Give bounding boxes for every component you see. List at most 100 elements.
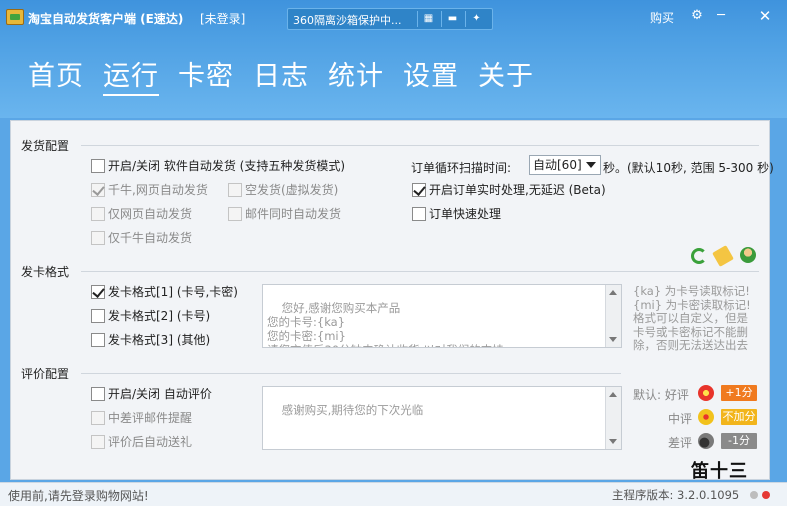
scan-interval-label: 订单循环扫描时间: bbox=[411, 161, 512, 175]
card-format-1-checkbox[interactable]: 发卡格式[1] (卡号,卡密) bbox=[91, 285, 238, 300]
edit-icon[interactable] bbox=[712, 245, 734, 267]
bad-review-label: 差评 bbox=[668, 436, 693, 450]
checkbox-label: 邮件同时自动发货 bbox=[245, 207, 342, 221]
card-format-hint: {ka} 为卡号读取标记! {mi} 为卡密读取标记! 格式可以自定义，但是 卡… bbox=[633, 284, 751, 352]
tab-logs[interactable]: 日志 bbox=[253, 54, 309, 93]
section-divider bbox=[81, 271, 759, 272]
sandbox-pin-icon[interactable]: ✦ bbox=[465, 11, 487, 27]
checkbox-box[interactable] bbox=[91, 435, 105, 449]
auto-review-checkbox[interactable]: 开启/关闭 自动评价 bbox=[91, 387, 212, 402]
card-format-section-label: 发卡格式 bbox=[21, 265, 70, 279]
fast-processing-checkbox[interactable]: 订单快速处理 bbox=[412, 207, 501, 222]
scan-interval-hint: 秒。(默认10秒, 范围 5-300 秒) bbox=[603, 161, 774, 175]
brand-mark: 笛十三 bbox=[691, 461, 748, 482]
empty-delivery-checkbox[interactable]: 空发货(虚拟发货) bbox=[228, 183, 338, 198]
checkbox-box[interactable] bbox=[91, 285, 105, 299]
review-message-template[interactable]: 感谢购买,期待您的下次光临 bbox=[262, 386, 622, 450]
app-logo-icon bbox=[6, 9, 24, 25]
scrollbar[interactable] bbox=[605, 387, 621, 449]
sandbox-folder-icon[interactable]: ▬ bbox=[441, 11, 463, 27]
checkbox-label: 千牛,网页自动发货 bbox=[108, 183, 208, 197]
card-format-3-checkbox[interactable]: 发卡格式[3] (其他) bbox=[91, 333, 210, 348]
title-bar: 淘宝自动发货客户端 (E速达) [未登录] 360隔离沙箱保护中... ▦ ▬ … bbox=[0, 0, 787, 36]
checkbox-box[interactable] bbox=[91, 411, 105, 425]
checkbox-label: 中差评邮件提醒 bbox=[108, 411, 193, 425]
checkbox-box[interactable] bbox=[412, 183, 426, 197]
checkbox-box[interactable] bbox=[91, 183, 105, 197]
checkbox-box[interactable] bbox=[91, 309, 105, 323]
scan-interval-select[interactable]: 自动[60] bbox=[529, 155, 601, 175]
card-format-2-checkbox[interactable]: 发卡格式[2] (卡号) bbox=[91, 309, 210, 324]
tab-settings[interactable]: 设置 bbox=[403, 54, 459, 93]
window-title: 淘宝自动发货客户端 (E速达) bbox=[28, 12, 184, 26]
section-divider bbox=[81, 145, 759, 146]
checkbox-label: 仅千牛自动发货 bbox=[108, 231, 193, 245]
checkbox-box[interactable] bbox=[228, 183, 242, 197]
tab-stats[interactable]: 统计 bbox=[328, 54, 384, 93]
checkbox-label: 发卡格式[1] (卡号,卡密) bbox=[108, 285, 238, 299]
bomb-icon bbox=[698, 433, 714, 449]
tab-cards[interactable]: 卡密 bbox=[178, 54, 234, 93]
user-icon[interactable] bbox=[740, 247, 756, 263]
status-dot-icon bbox=[750, 491, 758, 499]
login-state: [未登录] bbox=[200, 12, 246, 26]
version-label: 主程序版本: 3.2.0.1095 bbox=[612, 488, 740, 502]
neutral-review-badge: 不加分 bbox=[721, 409, 757, 425]
checkbox-label: 发卡格式[3] (其他) bbox=[108, 333, 211, 347]
close-icon[interactable]: ✕ bbox=[754, 6, 776, 26]
checkbox-label: 仅网页自动发货 bbox=[108, 207, 193, 221]
sandbox-status-text: 360隔离沙箱保护中... bbox=[293, 14, 402, 27]
checkbox-label: 发卡格式[2] (卡号) bbox=[108, 309, 211, 323]
status-dot-icon bbox=[762, 491, 770, 499]
web-only-checkbox[interactable]: 仅网页自动发货 bbox=[91, 207, 192, 222]
chevron-down-icon bbox=[586, 162, 596, 168]
realtime-processing-checkbox[interactable]: 开启订单实时处理,无延迟 (Beta) bbox=[412, 183, 606, 198]
review-section-label: 评价配置 bbox=[21, 367, 70, 381]
qianniu-web-checkbox[interactable]: 千牛,网页自动发货 bbox=[91, 183, 208, 198]
scrollbar[interactable] bbox=[605, 285, 621, 347]
checkbox-label: 开启/关闭 自动评价 bbox=[108, 387, 212, 401]
card-message-text: 您好,感谢您购买本产品 您的卡号:{ka} 您的卡密:{mi} 请您充值后30分… bbox=[267, 301, 504, 347]
tab-about[interactable]: 关于 bbox=[478, 54, 534, 93]
email-sync-checkbox[interactable]: 邮件同时自动发货 bbox=[228, 207, 341, 222]
sandbox-status: 360隔离沙箱保护中... ▦ ▬ ✦ bbox=[287, 8, 493, 30]
checkbox-box[interactable] bbox=[91, 207, 105, 221]
checkbox-box[interactable] bbox=[412, 207, 426, 221]
tab-home[interactable]: 首页 bbox=[28, 54, 84, 93]
checkbox-box[interactable] bbox=[91, 387, 105, 401]
checkbox-box[interactable] bbox=[91, 231, 105, 245]
delivery-section-label: 发货配置 bbox=[21, 139, 70, 153]
auto-delivery-checkbox[interactable]: 开启/关闭 软件自动发货 (支持五种发货模式) bbox=[91, 159, 345, 174]
settings-gear-icon[interactable]: ⚙ bbox=[686, 6, 708, 26]
checkbox-label: 订单快速处理 bbox=[429, 207, 502, 221]
scan-interval-value: 自动[60] bbox=[533, 158, 582, 172]
section-divider bbox=[81, 373, 621, 374]
status-message: 使用前,请先登录购物网站! bbox=[8, 489, 149, 503]
bad-review-email-checkbox[interactable]: 中差评邮件提醒 bbox=[91, 411, 192, 426]
minimize-icon[interactable]: ─ bbox=[710, 6, 732, 26]
bad-review-badge: -1分 bbox=[721, 433, 757, 449]
good-review-label: 默认: 好评 bbox=[633, 388, 689, 402]
neutral-review-label: 中评 bbox=[668, 412, 693, 426]
red-flower-icon bbox=[698, 385, 714, 401]
card-message-template[interactable]: 您好,感谢您购买本产品 您的卡号:{ka} 您的卡密:{mi} 请您充值后30分… bbox=[262, 284, 622, 348]
qianniu-only-checkbox[interactable]: 仅千牛自动发货 bbox=[91, 231, 192, 246]
tab-run[interactable]: 运行 bbox=[103, 54, 159, 96]
checkbox-label: 开启/关闭 软件自动发货 (支持五种发货模式) bbox=[108, 159, 346, 173]
sandbox-view-icon[interactable]: ▦ bbox=[417, 11, 439, 27]
refresh-icon[interactable] bbox=[691, 248, 707, 264]
main-nav: 首页 运行 卡密 日志 统计 设置 关于 bbox=[0, 36, 787, 118]
checkbox-label: 评价后自动送礼 bbox=[108, 435, 193, 449]
checkbox-box[interactable] bbox=[91, 333, 105, 347]
run-panel: 发货配置 开启/关闭 软件自动发货 (支持五种发货模式) 千牛,网页自动发货 空… bbox=[10, 120, 774, 482]
checkbox-label: 开启订单实时处理,无延迟 (Beta) bbox=[429, 183, 606, 197]
buy-link[interactable]: 购买 bbox=[650, 9, 674, 26]
checkbox-box[interactable] bbox=[91, 159, 105, 173]
status-bar: 使用前,请先登录购物网站! 主程序版本: 3.2.0.1095 bbox=[0, 482, 787, 506]
checkbox-label: 空发货(虚拟发货) bbox=[245, 183, 339, 197]
checkbox-box[interactable] bbox=[228, 207, 242, 221]
good-review-badge: +1分 bbox=[721, 385, 757, 401]
review-message-text: 感谢购买,期待您的下次光临 bbox=[281, 403, 424, 417]
yellow-flower-icon bbox=[698, 409, 714, 425]
gift-after-review-checkbox[interactable]: 评价后自动送礼 bbox=[91, 435, 192, 450]
